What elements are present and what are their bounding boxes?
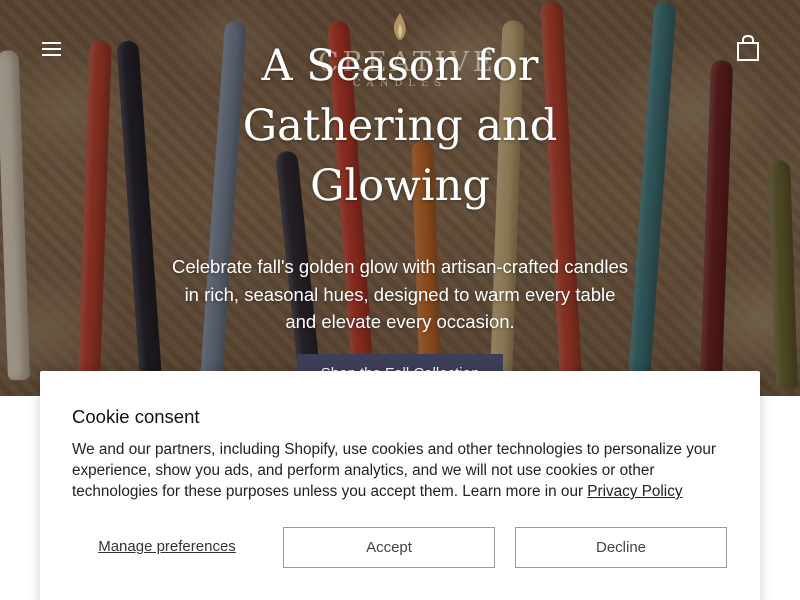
- cookie-consent-banner: Cookie consent We and our partners, incl…: [40, 371, 760, 600]
- hamburger-menu-icon: [42, 48, 61, 50]
- shopping-bag-icon: [737, 34, 759, 61]
- decline-button[interactable]: Decline: [515, 527, 727, 568]
- hamburger-menu-icon: [42, 54, 61, 56]
- manage-preferences-button[interactable]: Manage preferences: [72, 527, 262, 567]
- menu-button[interactable]: [38, 34, 66, 64]
- privacy-policy-link[interactable]: Privacy Policy: [587, 483, 682, 500]
- accept-button[interactable]: Accept: [283, 527, 495, 568]
- hero-title: A Season for Gathering and Glowing: [242, 41, 558, 211]
- cookie-consent-text: We and our partners, including Shopify, …: [72, 439, 732, 502]
- hamburger-menu-icon: [42, 42, 61, 44]
- cart-button[interactable]: [734, 34, 762, 64]
- hero-subtitle: Celebrate fall's golden glow with artisa…: [172, 256, 628, 332]
- cookie-consent-title: Cookie consent: [72, 406, 200, 427]
- hero-banner: CREATIVE CANDLES A Season for Gathering …: [0, 0, 800, 396]
- page: CREATIVE CANDLES A Season for Gathering …: [0, 0, 800, 600]
